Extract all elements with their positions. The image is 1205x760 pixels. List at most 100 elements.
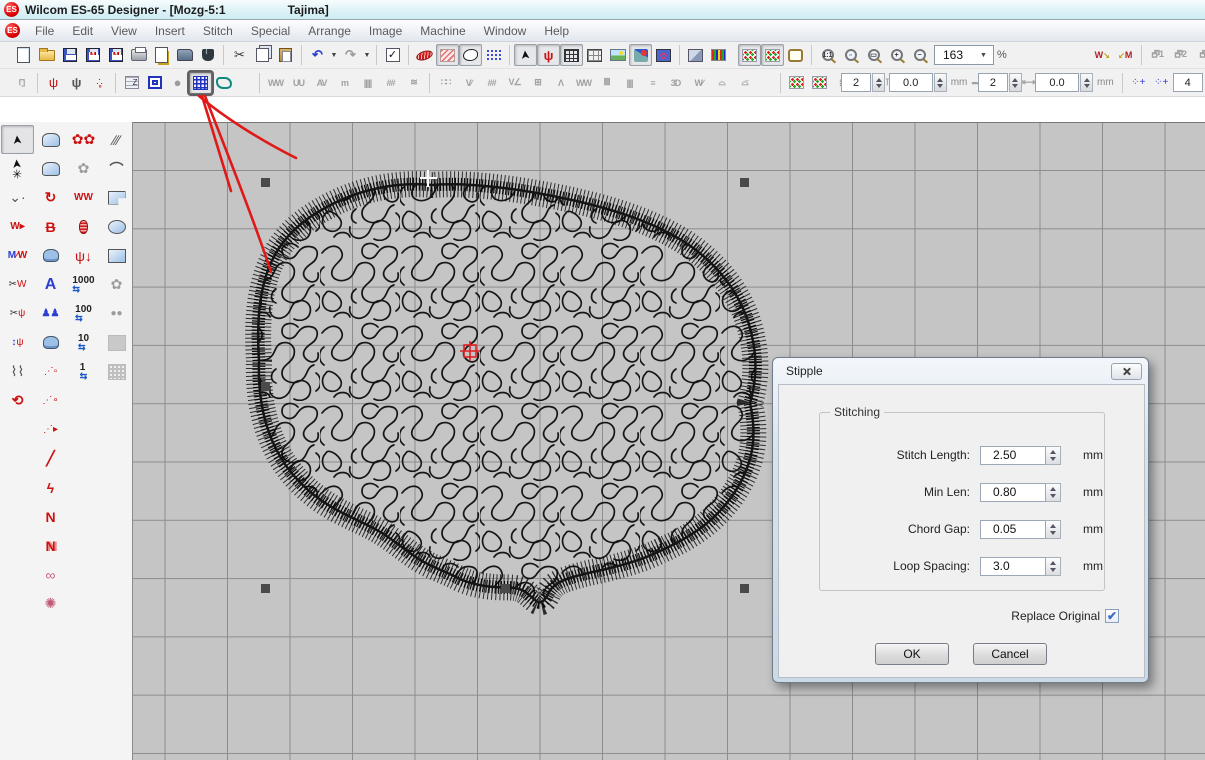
filled-circle-button[interactable]: ●: [166, 72, 189, 94]
spread-points-a-button[interactable]: ⁘+: [1127, 72, 1150, 94]
background-flower-tool[interactable]: ✿: [67, 154, 100, 183]
combobox-caret-icon[interactable]: ▼: [980, 52, 990, 59]
undo-dropdown[interactable]: ▼: [329, 44, 339, 66]
menu-view[interactable]: View: [102, 22, 146, 40]
spin-down-icon[interactable]: [1050, 494, 1056, 498]
fill-dots-button[interactable]: ∷∷: [434, 72, 457, 94]
needle-points-button[interactable]: [482, 44, 505, 66]
stitch-e-stitch-button[interactable]: UU: [287, 72, 310, 94]
spin-up-icon[interactable]: [1050, 450, 1056, 454]
spin-up-icon[interactable]: [1084, 78, 1090, 82]
menu-insert[interactable]: Insert: [146, 22, 194, 40]
stitch-100-tool[interactable]: 100: [67, 299, 100, 328]
export-machine-file-button[interactable]: W↘: [1091, 44, 1114, 66]
edge-value-box[interactable]: 4: [1173, 73, 1203, 92]
run-markers-tool[interactable]: ⋰∘: [34, 386, 67, 415]
underlay-count-updown[interactable]: [872, 73, 885, 92]
cut-needle-tool[interactable]: ✂ψ: [1, 299, 34, 328]
auto-select-button[interactable]: ✓: [381, 44, 404, 66]
save-button[interactable]: [58, 44, 81, 66]
menu-stitch[interactable]: Stitch: [194, 22, 242, 40]
recent-design-1-button[interactable]: 🗗1: [1146, 44, 1169, 66]
double-zigzag-tool[interactable]: N: [34, 531, 67, 560]
fill-column-button[interactable]: ⫴⫴: [595, 72, 618, 94]
document-icon[interactable]: ES: [5, 23, 20, 38]
outline-view-button[interactable]: [459, 44, 482, 66]
remove-stitches-tool[interactable]: ✂W: [1, 270, 34, 299]
undo-button[interactable]: ↶: [306, 44, 329, 66]
stitch-length-spinner[interactable]: [1046, 446, 1061, 465]
pull-comp-spinner[interactable]: 0.0: [1035, 73, 1093, 92]
zigzag-run-tool[interactable]: ϟ: [34, 473, 67, 502]
loop-spacing-input[interactable]: 3.0: [980, 557, 1046, 576]
menu-machine[interactable]: Machine: [411, 22, 474, 40]
selection-handle[interactable]: [740, 178, 749, 187]
color-film-button[interactable]: [738, 44, 761, 66]
fill-weave-button[interactable]: WW: [572, 72, 595, 94]
ok-button[interactable]: OK: [875, 643, 949, 665]
zoom-1to1-button[interactable]: 1:1: [816, 44, 839, 66]
underlay-count-value[interactable]: 2: [841, 73, 871, 92]
chord-gap-spinner[interactable]: [1046, 520, 1061, 539]
rotate-tool[interactable]: ↻: [34, 183, 67, 212]
underlay-length-spinner[interactable]: 0.0: [889, 73, 947, 92]
artwork-button[interactable]: ✿: [652, 44, 675, 66]
underlay-length-updown[interactable]: [934, 73, 947, 92]
ellipse-tool[interactable]: [100, 212, 133, 241]
send-to-machine-button[interactable]: [173, 44, 196, 66]
spin-down-icon[interactable]: [1050, 568, 1056, 572]
stitch-angle-tool[interactable]: M∕W: [1, 241, 34, 270]
stitch-program-split-button[interactable]: ##: [379, 72, 402, 94]
menu-image[interactable]: Image: [360, 22, 411, 40]
selection-handle[interactable]: [261, 382, 270, 391]
menu-window[interactable]: Window: [475, 22, 536, 40]
fan-stitch-tool[interactable]: ⌇⌇: [1, 357, 34, 386]
new-document-button[interactable]: [12, 44, 35, 66]
copy-button[interactable]: [251, 44, 274, 66]
fill-fur-button[interactable]: W∕: [687, 72, 710, 94]
hoop-button[interactable]: [784, 44, 807, 66]
polygon-select-tool[interactable]: ✳➤: [1, 154, 34, 183]
dialog-close-button[interactable]: [1111, 363, 1142, 380]
satin-sample-button[interactable]: [413, 44, 436, 66]
digitize-mode-button[interactable]: [629, 44, 652, 66]
redo-button[interactable]: ↷: [339, 44, 362, 66]
column-stitch-tool[interactable]: [67, 212, 100, 241]
cut-button[interactable]: ✂: [228, 44, 251, 66]
spin-up-icon[interactable]: [1050, 524, 1056, 528]
spin-down-icon[interactable]: [1050, 531, 1056, 535]
cancel-button[interactable]: Cancel: [973, 643, 1047, 665]
recent-design-3-button[interactable]: 🗗: [1192, 44, 1205, 66]
spin-down-icon[interactable]: [1012, 84, 1018, 88]
zoom-out-button[interactable]: −: [908, 44, 931, 66]
lettering-tool[interactable]: A: [34, 270, 67, 299]
print-button[interactable]: [127, 44, 150, 66]
remove-lettering-tool[interactable]: B: [34, 212, 67, 241]
bitmap-button[interactable]: [684, 44, 707, 66]
pointer-mode-button[interactable]: ➤: [514, 44, 537, 66]
stitch-player-button[interactable]: [761, 44, 784, 66]
closest-join-button[interactable]: ψ: [65, 72, 88, 94]
reshape-tool[interactable]: [34, 125, 67, 154]
redo-dropdown[interactable]: ▼: [362, 44, 372, 66]
menu-help[interactable]: Help: [535, 22, 578, 40]
paste-button[interactable]: [274, 44, 297, 66]
stitch-1000-tool[interactable]: 1000: [67, 270, 100, 299]
underlay-length-value[interactable]: 0.0: [889, 73, 933, 92]
selection-handle[interactable]: [740, 584, 749, 593]
fill-bars-button[interactable]: ||||: [618, 72, 641, 94]
stitch-1-tool[interactable]: 1: [67, 357, 100, 386]
offset-outlines-button[interactable]: [143, 72, 166, 94]
menu-edit[interactable]: Edit: [63, 22, 102, 40]
fill-box-button[interactable]: ⊞: [526, 72, 549, 94]
border-shape-button[interactable]: [212, 72, 235, 94]
line-markers-tool[interactable]: ⋰▫: [34, 357, 67, 386]
zoom-in-button[interactable]: +: [885, 44, 908, 66]
spin-up-icon[interactable]: [1050, 561, 1056, 565]
fill-rows-button[interactable]: ≡: [641, 72, 664, 94]
dialog-title-bar[interactable]: Stipple: [773, 358, 1148, 384]
run-stitch-tool[interactable]: N: [34, 502, 67, 531]
spin-up-icon[interactable]: [1012, 78, 1018, 82]
run-points-button[interactable]: ∴̻: [88, 72, 111, 94]
single-run-tool[interactable]: ╱: [34, 444, 67, 473]
